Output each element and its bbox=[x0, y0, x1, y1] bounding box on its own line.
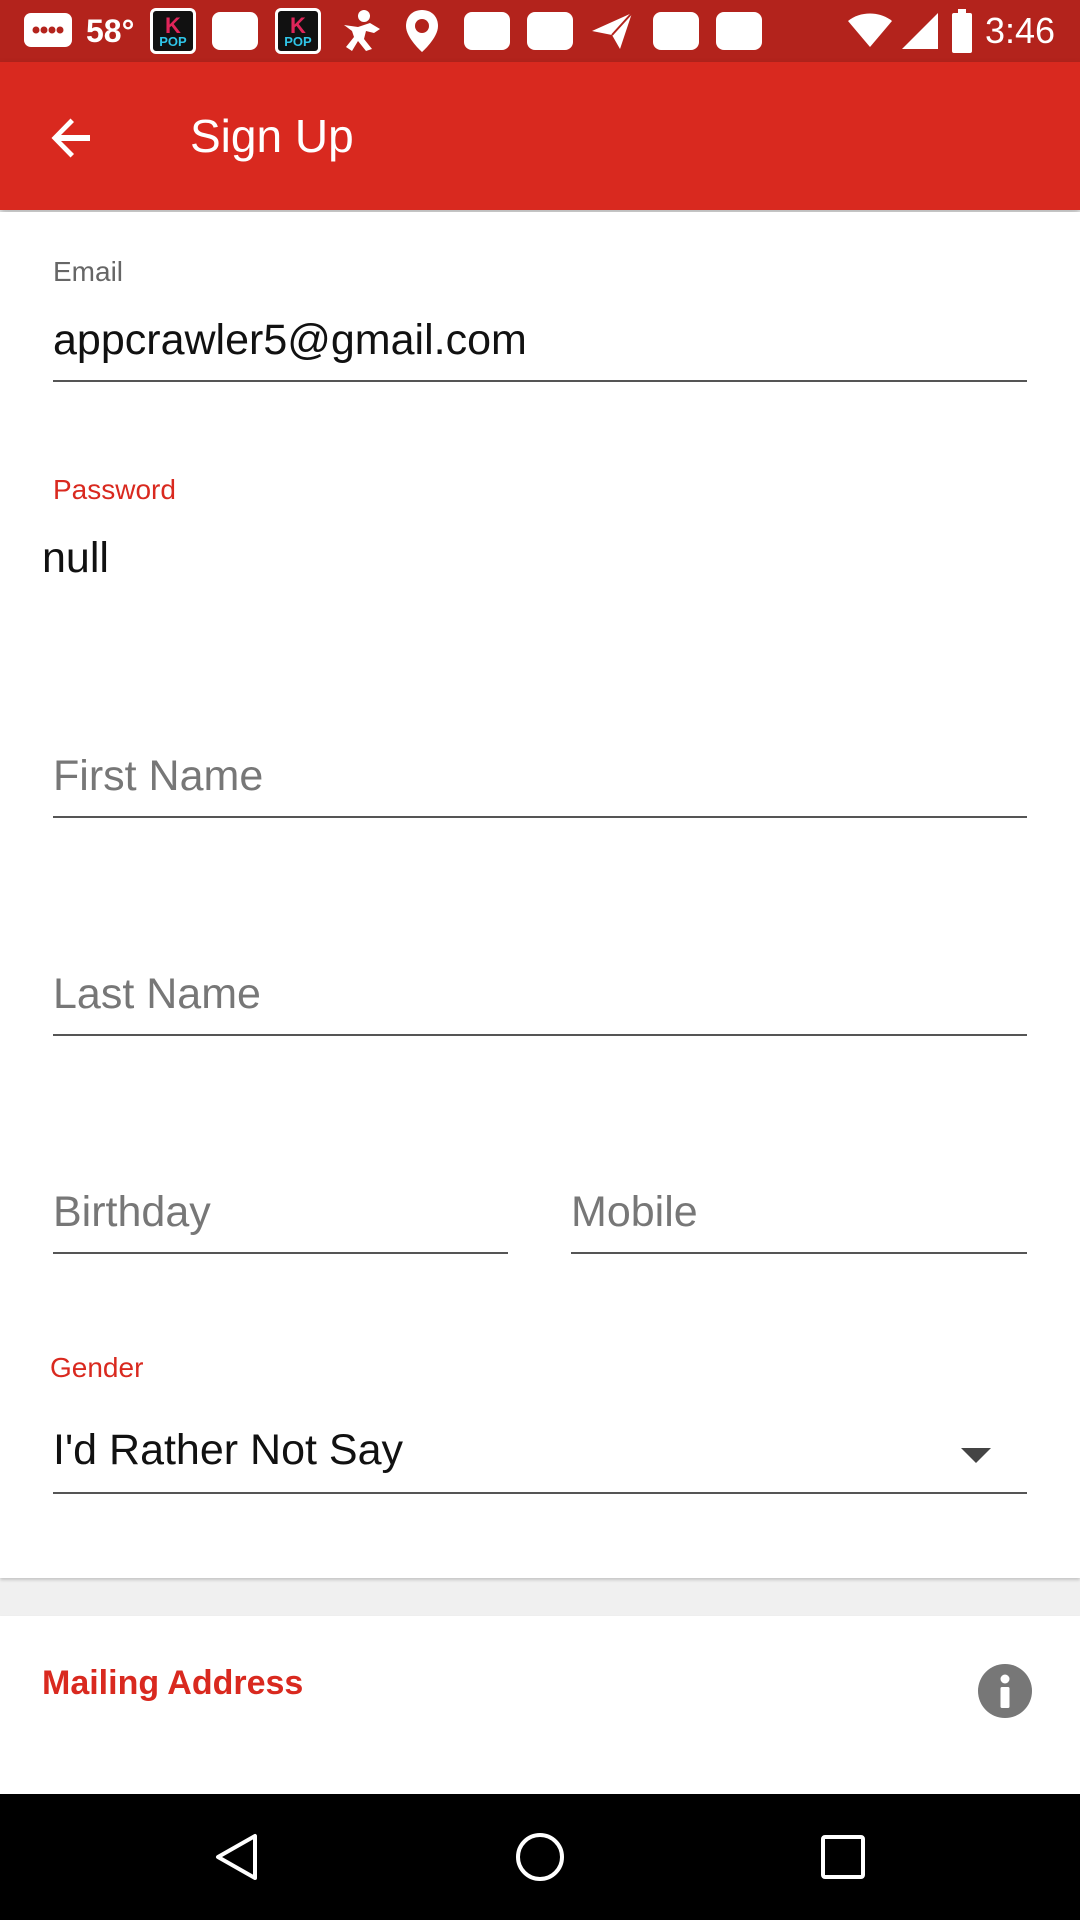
mobile-placeholder: Mobile bbox=[571, 1188, 698, 1236]
activity-icon bbox=[340, 0, 384, 62]
password-field[interactable]: null bbox=[42, 534, 109, 583]
birthday-placeholder: Birthday bbox=[53, 1188, 211, 1236]
email-field[interactable]: appcrawler5@gmail.com bbox=[53, 306, 1027, 382]
last-name-placeholder: Last Name bbox=[53, 970, 261, 1018]
page-title: Sign Up bbox=[190, 110, 354, 162]
password-label: Password bbox=[53, 474, 176, 505]
dropdown-arrow-icon bbox=[961, 1448, 991, 1463]
status-bar: 58° K POP K POP 3:46 bbox=[0, 0, 1080, 62]
wifi-icon bbox=[848, 0, 892, 62]
gender-value: I'd Rather Not Say bbox=[53, 1426, 403, 1474]
gender-label: Gender bbox=[50, 1352, 144, 1383]
recents-square-icon[interactable] bbox=[808, 1822, 878, 1892]
popcorn-pop-icon: K POP bbox=[150, 0, 196, 62]
birthday-field[interactable]: Birthday bbox=[53, 1178, 508, 1254]
mobile-field[interactable]: Mobile bbox=[571, 1178, 1027, 1254]
signup-form-card: Email appcrawler5@gmail.com Password nul… bbox=[0, 212, 1080, 1578]
mailing-address-card: Mailing Address bbox=[0, 1616, 1080, 1796]
mailing-address-title: Mailing Address bbox=[42, 1664, 304, 1702]
app-bar: Sign Up bbox=[0, 62, 1080, 210]
send-icon bbox=[590, 0, 634, 62]
first-name-field[interactable]: First Name bbox=[53, 742, 1027, 818]
email-label: Email bbox=[53, 256, 124, 287]
battery-icon bbox=[950, 0, 974, 62]
gender-select[interactable]: I'd Rather Not Say bbox=[53, 1412, 1027, 1494]
home-circle-icon[interactable] bbox=[505, 1822, 575, 1892]
notification-icon bbox=[212, 0, 258, 62]
notification-icon bbox=[464, 0, 510, 62]
signal-icon bbox=[900, 0, 940, 62]
notification-icon bbox=[653, 0, 699, 62]
back-triangle-icon[interactable] bbox=[201, 1822, 271, 1892]
navigation-bar bbox=[0, 1794, 1080, 1920]
back-button[interactable] bbox=[36, 102, 108, 174]
temperature: 58° bbox=[86, 12, 135, 49]
info-icon[interactable] bbox=[978, 1664, 1032, 1718]
first-name-placeholder: First Name bbox=[53, 752, 264, 800]
popcorn-pop-icon: K POP bbox=[275, 0, 321, 62]
email-value: appcrawler5@gmail.com bbox=[53, 316, 527, 364]
notification-icon bbox=[716, 0, 762, 62]
arrow-back-icon bbox=[51, 118, 90, 158]
messages-icon bbox=[24, 0, 72, 62]
location-icon bbox=[404, 0, 440, 62]
clock: 3:46 bbox=[985, 10, 1056, 51]
notification-icon bbox=[527, 0, 573, 62]
last-name-field[interactable]: Last Name bbox=[53, 960, 1027, 1036]
